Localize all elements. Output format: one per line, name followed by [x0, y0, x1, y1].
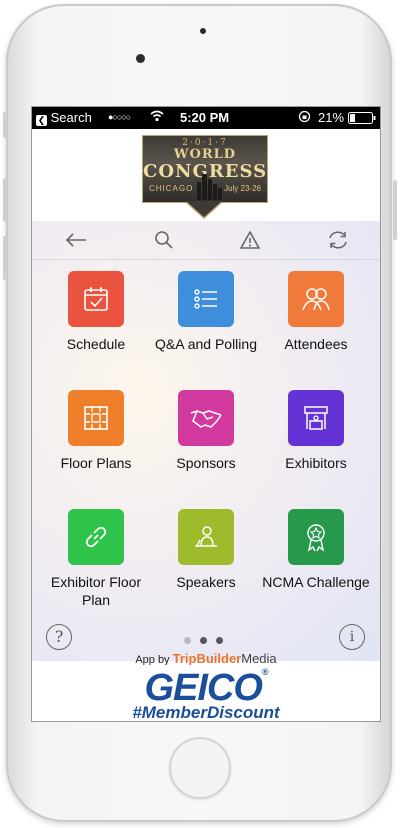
tile-speakers[interactable]: Speakers	[148, 509, 264, 591]
app-credit[interactable]: App by TripBuilderMedia	[32, 651, 380, 666]
toolbar	[32, 221, 380, 260]
handshake-icon	[190, 410, 222, 428]
floor-plan-icon	[84, 406, 108, 430]
world-congress-logo: 2·0·1·7 WORLD CONGRESS CHICAGO July 23-2…	[142, 135, 268, 203]
geico-banner-ad[interactable]: GEICO® #MemberDiscount	[32, 665, 380, 721]
geico-reg-mark: ®	[261, 667, 269, 677]
tile-label: Q&A and Polling	[155, 336, 257, 352]
logo-line1: WORLD	[173, 147, 237, 162]
tile-label: Schedule	[66, 336, 126, 352]
arrow-left-icon	[65, 233, 86, 247]
wifi-icon	[150, 109, 164, 126]
main-panel: Schedule Q&A and Polling Attendees Floor…	[32, 221, 380, 661]
volume-down-button	[3, 236, 7, 280]
speaker-icon	[195, 526, 217, 547]
search-icon	[155, 231, 173, 249]
search-button[interactable]	[150, 227, 178, 253]
alert-button[interactable]	[236, 227, 264, 253]
tile-icon-bg	[68, 509, 124, 565]
tile-qa-polling[interactable]: Q&A and Polling	[148, 271, 264, 353]
page-dot-2[interactable]	[200, 637, 207, 644]
link-icon	[85, 526, 107, 548]
credit-suffix: Media	[241, 651, 277, 666]
refresh-button[interactable]	[324, 227, 352, 253]
status-bar: ❮ Search ●○○○○ 5:20 PM 21%	[32, 107, 380, 129]
front-camera	[200, 28, 206, 34]
home-button[interactable]	[169, 737, 231, 799]
page-indicator	[182, 637, 230, 647]
app-header: 2·0·1·7 WORLD CONGRESS CHICAGO July 23-2…	[32, 129, 380, 221]
tile-exhibitor-floor-plan[interactable]: Exhibitor Floor Plan	[38, 509, 154, 609]
logo-tail	[186, 201, 222, 217]
tile-label: Floor Plans	[60, 455, 132, 471]
tile-exhibitors[interactable]: Exhibitors	[258, 390, 374, 472]
booth-icon	[304, 406, 328, 430]
battery-percent: 21%	[318, 110, 345, 125]
phone-screen: ❮ Search ●○○○○ 5:20 PM 21% 2·0·1·7 WORLD…	[31, 106, 381, 722]
back-button[interactable]	[62, 227, 90, 253]
back-label: Search	[50, 110, 92, 125]
logo-city: CHICAGO	[149, 184, 194, 193]
calendar-icon	[84, 287, 108, 311]
tile-icon-bg	[178, 509, 234, 565]
skyline-icon	[197, 174, 222, 200]
tile-icon-bg	[288, 271, 344, 327]
tile-label: Sponsors	[176, 455, 236, 471]
signal-dots: ●○○○○	[108, 112, 131, 122]
tile-floor-plans[interactable]: Floor Plans	[38, 390, 154, 472]
tile-sponsors[interactable]: Sponsors	[148, 390, 264, 472]
tile-label: Exhibitor Floor Plan	[50, 574, 142, 608]
award-icon	[307, 524, 325, 552]
logo-dates: July 23-26	[224, 184, 261, 193]
help-button[interactable]: ?	[46, 624, 72, 650]
battery-icon	[348, 112, 376, 127]
clock: 5:20 PM	[180, 110, 230, 125]
volume-up-button	[3, 178, 7, 222]
page-dot-3[interactable]	[216, 637, 223, 644]
tile-label: Speakers	[176, 574, 236, 590]
back-to-search[interactable]: ❮ Search	[36, 110, 92, 126]
tile-icon-bg	[178, 271, 234, 327]
earpiece-sensor	[136, 54, 145, 63]
tile-icon-bg	[178, 390, 234, 446]
tile-icon-bg	[288, 390, 344, 446]
tile-label: Attendees	[284, 336, 348, 352]
back-chevron-icon: ❮	[36, 115, 47, 126]
warning-icon	[240, 231, 260, 249]
tile-label: Exhibitors	[285, 455, 347, 471]
tile-label: NCMA Challenge	[262, 574, 370, 590]
credit-brand: TripBuilder	[172, 651, 242, 666]
refresh-icon	[329, 231, 347, 249]
tile-icon-bg	[68, 390, 124, 446]
list-icon	[194, 289, 217, 309]
page-dot-1[interactable]	[184, 637, 191, 644]
people-icon	[302, 288, 330, 311]
info-button[interactable]: i	[339, 624, 365, 650]
ad-hashtag: #MemberDiscount	[132, 703, 280, 722]
tile-icon-bg	[68, 271, 124, 327]
mute-switch	[3, 112, 7, 138]
tile-schedule[interactable]: Schedule	[38, 271, 154, 353]
power-button	[393, 180, 397, 240]
tile-ncma-challenge[interactable]: NCMA Challenge	[258, 509, 374, 591]
tile-attendees[interactable]: Attendees	[258, 271, 374, 353]
orientation-lock-icon	[298, 110, 311, 126]
tile-icon-bg	[288, 509, 344, 565]
